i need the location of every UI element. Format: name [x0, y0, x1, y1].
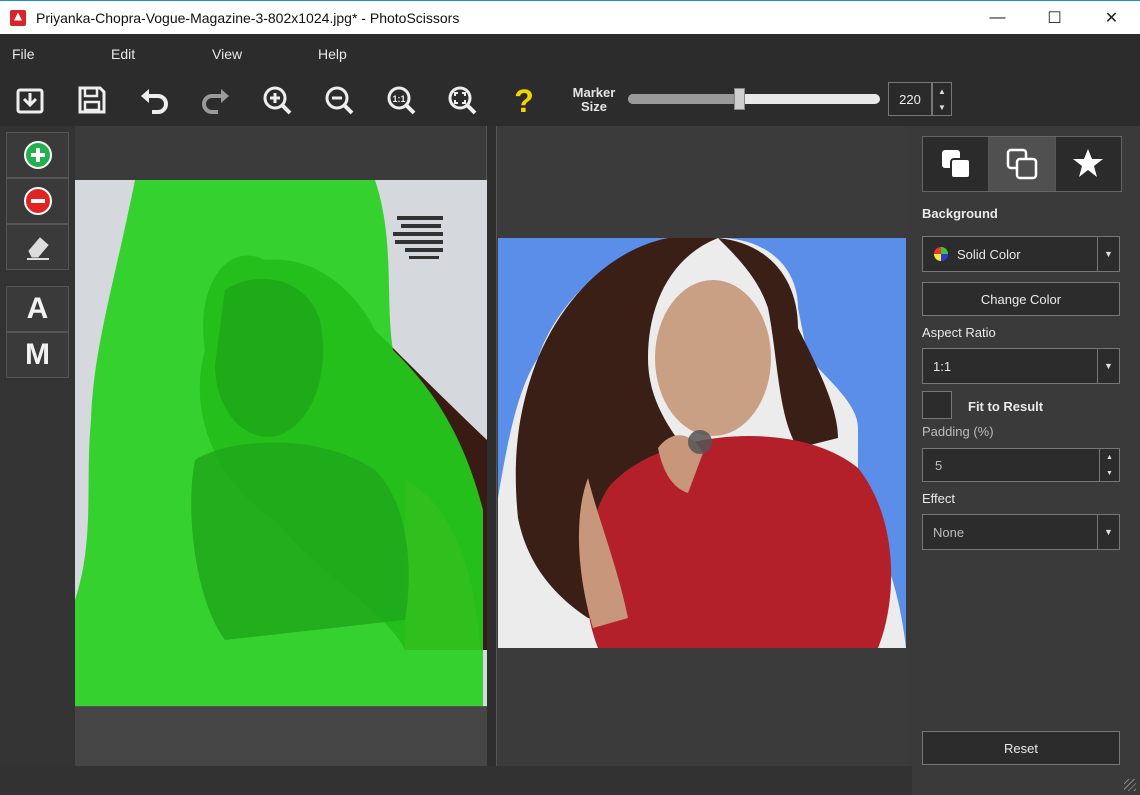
chevron-down-icon[interactable]: ▼ [1097, 515, 1119, 549]
effect-value: None [933, 524, 965, 540]
undo-button[interactable] [136, 82, 172, 118]
background-type-value: Solid Color [957, 246, 1021, 262]
result-photo[interactable] [498, 238, 906, 648]
menu-help[interactable]: Help [318, 46, 347, 62]
fit-to-result-label: Fit to Result [968, 399, 1044, 414]
maximize-button[interactable]: ☐ [1026, 1, 1083, 34]
fit-to-result-checkbox[interactable] [922, 391, 952, 419]
redo-icon [202, 89, 229, 114]
spin-up-icon[interactable]: ▲ [1106, 454, 1113, 461]
marker-size-label-line2: Size [580, 99, 607, 114]
marker-size-slider-fill [628, 94, 739, 104]
foreground-marker-button[interactable] [6, 132, 69, 178]
zoom-in-button[interactable] [259, 82, 295, 118]
zoom-fit-icon [448, 86, 477, 115]
menu-file[interactable]: File [12, 46, 35, 62]
window-controls: — ☐ ✕ [969, 1, 1140, 34]
eraser-button[interactable] [6, 224, 69, 270]
spin-down-icon[interactable]: ▼ [1106, 470, 1113, 477]
aspect-ratio-value: 1:1 [933, 358, 952, 374]
result-image [498, 238, 906, 648]
zoom-fit-button[interactable] [444, 82, 480, 118]
zoom-actual-size-button[interactable]: 1:1 [383, 82, 419, 118]
zoom-in-icon [263, 86, 292, 115]
spin-down-icon[interactable]: ▼ [938, 103, 946, 112]
color-wheel-icon [934, 247, 948, 261]
padding-spinner[interactable]: ▲ ▼ [1099, 449, 1119, 481]
padding-input[interactable]: 5 ▲ ▼ [922, 448, 1120, 482]
title-bar: Priyanka-Chopra-Vogue-Magazine-3-802x102… [0, 0, 1140, 34]
close-button[interactable]: ✕ [1083, 1, 1140, 34]
background-layers-icon [941, 150, 971, 179]
save-button[interactable] [74, 82, 110, 118]
save-icon [78, 86, 106, 114]
undo-icon [141, 89, 168, 114]
manual-mode-label: M [25, 338, 50, 371]
chevron-down-icon[interactable]: ▼ [1097, 349, 1119, 383]
eraser-icon [26, 237, 49, 260]
source-canvas-footer [75, 706, 487, 766]
zoom-out-icon [325, 86, 354, 115]
svg-text:?: ? [514, 84, 534, 116]
marker-size-label-line1: Marker [572, 85, 616, 100]
change-color-button[interactable]: Change Color [922, 282, 1120, 316]
aspect-ratio-select[interactable]: 1:1 ▼ [922, 348, 1120, 384]
zoom-actual-size-icon: 1:1 [387, 86, 416, 115]
star-icon [1073, 149, 1104, 177]
menu-view[interactable]: View [212, 46, 242, 62]
tab-background[interactable] [923, 137, 990, 191]
tab-effects[interactable] [1055, 137, 1121, 191]
panel-tabs [922, 136, 1122, 192]
toolbar: 1:1 ? Marker Size 220 ▲ ▼ [0, 74, 1140, 126]
marker-size-spinner[interactable]: ▲ ▼ [932, 82, 952, 116]
plus-circle-icon [23, 141, 52, 169]
status-strip [0, 766, 912, 795]
padding-label: Padding (%) [922, 424, 994, 439]
redo-button[interactable] [198, 82, 234, 118]
menu-bar: File Edit View Help [0, 34, 1140, 74]
reset-button[interactable]: Reset [922, 731, 1120, 765]
tab-foreground[interactable] [989, 137, 1056, 191]
photoscissors-app-icon [10, 9, 26, 26]
tool-column: A M [0, 126, 75, 795]
spin-up-icon[interactable]: ▲ [938, 87, 946, 96]
source-image-with-markers [75, 180, 487, 706]
marker-size-input[interactable]: 220 [888, 82, 932, 116]
foreground-layers-icon [1006, 148, 1038, 180]
effect-label: Effect [922, 491, 956, 506]
marker-size-slider[interactable] [628, 88, 880, 110]
minus-circle-icon [23, 187, 52, 215]
auto-mode-label: A [26, 292, 49, 325]
help-button[interactable]: ? [506, 82, 542, 118]
open-button[interactable] [12, 82, 48, 118]
background-marker-button[interactable] [6, 178, 69, 224]
open-icon [16, 88, 44, 114]
window-title: Priyanka-Chopra-Vogue-Magazine-3-802x102… [36, 9, 460, 26]
source-photo[interactable] [75, 180, 487, 706]
padding-value: 5 [935, 457, 943, 473]
marker-size-slider-thumb[interactable] [733, 88, 745, 110]
canvas-splitter[interactable] [487, 126, 496, 795]
auto-mode-button[interactable]: A [6, 286, 69, 332]
marker-size-label: Marker Size [560, 86, 628, 114]
background-label: Background [922, 206, 998, 221]
menu-edit[interactable]: Edit [111, 46, 135, 62]
svg-text:1:1: 1:1 [392, 94, 405, 104]
resize-grip[interactable] [1124, 779, 1136, 791]
help-icon: ? [514, 84, 534, 116]
zoom-out-button[interactable] [321, 82, 357, 118]
minimize-button[interactable]: — [969, 1, 1026, 34]
settings-panel: Background Solid Color ▼ Change Color As… [912, 126, 1140, 795]
background-type-select[interactable]: Solid Color ▼ [922, 236, 1120, 272]
aspect-ratio-label: Aspect Ratio [922, 325, 996, 340]
chevron-down-icon[interactable]: ▼ [1097, 237, 1119, 271]
manual-mode-button[interactable]: M [6, 332, 69, 378]
effect-select[interactable]: None ▼ [922, 514, 1120, 550]
